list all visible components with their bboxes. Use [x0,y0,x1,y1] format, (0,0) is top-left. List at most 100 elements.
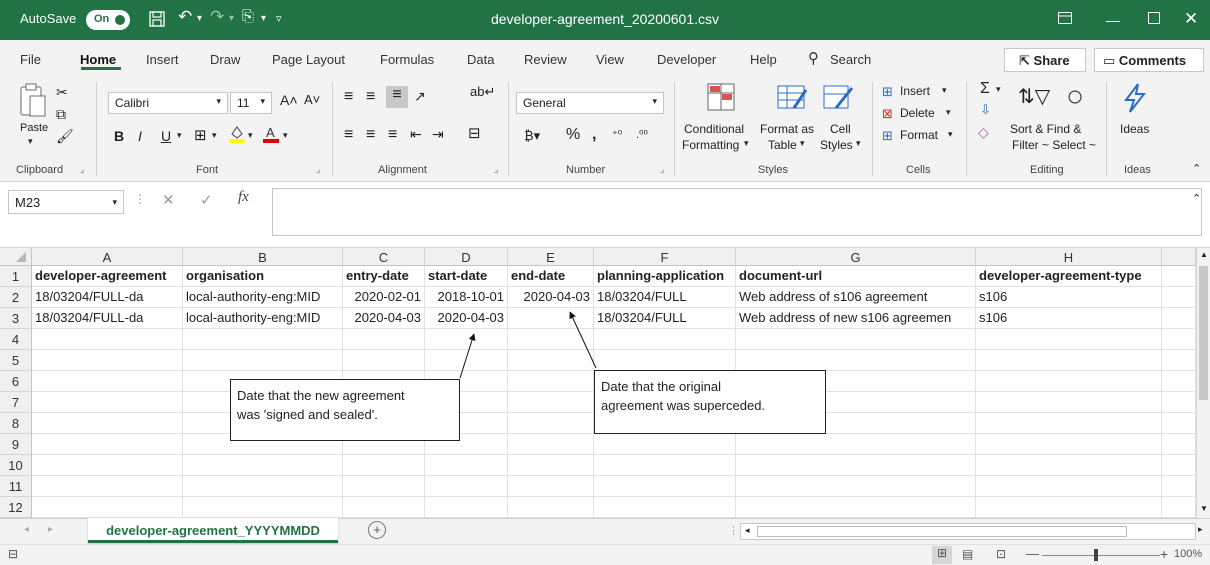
scroll-left-icon[interactable]: ◂ [745,525,750,536]
decrease-indent-icon[interactable]: ⇤ [410,126,422,143]
conditional-formatting-sub[interactable]: Formatting [682,138,739,152]
ribbon-display-icon[interactable] [1058,12,1072,24]
zoom-slider-thumb[interactable] [1094,549,1098,561]
tab-data[interactable]: Data [467,52,494,67]
conditional-formatting-label[interactable]: Conditional [684,122,744,136]
chevron-down-icon[interactable]: ▾ [28,136,33,147]
insert-cells-label[interactable]: Insert [900,84,930,98]
horizontal-scroll-thumb[interactable] [757,526,1127,537]
chevron-down-icon[interactable]: ▾ [942,85,947,96]
delete-cells-label[interactable]: Delete [900,106,935,120]
chevron-down-icon[interactable]: ▾ [283,130,288,141]
ideas-label[interactable]: Ideas [1120,122,1149,136]
horizontal-scrollbar[interactable]: ◂ [740,523,1196,540]
tab-file[interactable]: File [20,52,41,67]
delete-cells-icon[interactable]: ⊠ [882,106,893,122]
sort-filter-icon[interactable]: ⇅▽ [1018,84,1050,109]
vertical-scroll-thumb[interactable] [1199,266,1208,400]
filter-select-label[interactable]: Filter ~ Select ~ [1012,138,1096,152]
align-bottom-icon[interactable]: ≡ [386,86,408,108]
ideas-icon[interactable] [1120,82,1150,114]
format-painter-icon[interactable]: 🖌 [56,128,74,145]
chevron-down-icon[interactable]: ▾ [212,130,217,141]
increase-decimal-icon[interactable]: ⁺⁰ [612,128,622,141]
fill-color-icon[interactable] [228,124,246,144]
align-middle-icon[interactable]: ≡ [366,88,375,106]
page-layout-view-icon[interactable]: ▤ [962,547,973,561]
minimize-icon[interactable]: — [1106,12,1120,28]
macro-record-icon[interactable]: ⊟ [8,547,18,561]
collapse-ribbon-icon[interactable]: ⌃ [1192,162,1201,175]
accounting-format-icon[interactable]: ₿▾ [524,128,540,144]
chevron-down-icon[interactable]: ▾ [800,138,805,149]
font-size-select[interactable]: 11 ▾ [230,92,272,114]
orientation-icon[interactable]: ↗ [414,88,426,105]
tab-view[interactable]: View [596,52,624,67]
search-icon[interactable]: ⚲ [808,49,819,67]
paste-label[interactable]: Paste [20,122,48,134]
align-top-icon[interactable]: ≡ [344,88,353,106]
zoom-in-icon[interactable]: + [1160,546,1168,562]
tab-developer[interactable]: Developer [657,52,716,67]
format-as-table-icon[interactable] [776,82,808,112]
dialog-launcher-icon[interactable]: ⌟ [80,164,84,175]
sheet-tab-active[interactable]: developer-agreement_YYYYMMDD [88,518,338,543]
copy-icon[interactable]: ⧉ [56,106,66,123]
expand-formula-bar-icon[interactable]: ⌃ [1192,192,1201,205]
align-right-icon[interactable]: ≡ [388,126,397,144]
close-icon[interactable]: ✕ [1184,9,1198,29]
format-cells-label[interactable]: Format [900,128,938,142]
align-center-icon[interactable]: ≡ [366,126,375,144]
cut-icon[interactable]: ✂ [56,84,68,101]
bold-button[interactable]: B [114,128,124,144]
formula-input[interactable] [272,188,1202,236]
prev-sheet-icon[interactable]: ◂ [24,524,29,535]
splitter-icon[interactable]: ⋮ [728,524,739,537]
borders-icon[interactable]: ⊞ [194,126,207,144]
page-break-view-icon[interactable]: ⊡ [996,547,1006,561]
vertical-scrollbar[interactable]: ▲ ▼ [1196,248,1210,518]
zoom-level[interactable]: 100% [1174,548,1202,560]
conditional-formatting-icon[interactable] [706,82,736,112]
wrap-text-icon[interactable]: ab↵ [470,84,495,100]
enter-icon[interactable]: ✓ [200,191,213,209]
underline-button[interactable]: U [161,128,171,144]
chevron-down-icon[interactable]: ▾ [946,107,951,118]
tab-help[interactable]: Help [750,52,777,67]
tab-review[interactable]: Review [524,52,567,67]
number-format-select[interactable]: General ▾ [516,92,664,114]
comments-button[interactable]: ▭ Comments [1094,48,1204,72]
merge-center-icon[interactable]: ⊟ [468,124,481,142]
tab-page-layout[interactable]: Page Layout [272,52,345,67]
decrease-font-icon[interactable]: A˅ [304,92,320,107]
increase-font-icon[interactable]: A˄ [280,92,298,108]
format-as-table-label[interactable]: Format as [760,122,814,136]
percent-icon[interactable]: % [566,126,580,144]
format-as-table-sub[interactable]: Table [768,138,797,152]
chevron-down-icon[interactable]: ▾ [744,138,749,149]
search-label[interactable]: Search [830,52,871,67]
sort-find-label[interactable]: Sort & Find & [1010,122,1081,136]
share-button[interactable]: ⇱ Share [1004,48,1086,72]
normal-view-icon[interactable]: ⊞ [932,546,952,564]
chevron-down-icon[interactable]: ▾ [948,129,953,140]
fill-icon[interactable]: ⇩ [980,102,991,118]
name-box[interactable]: M23 ▾ [8,190,124,214]
tab-insert[interactable]: Insert [146,52,179,67]
function-icon[interactable]: fx [238,189,249,206]
insert-cells-icon[interactable]: ⊞ [882,84,893,100]
cell-styles-icon[interactable] [822,82,854,112]
zoom-slider[interactable] [1042,555,1160,556]
tab-formulas[interactable]: Formulas [380,52,434,67]
tab-home[interactable]: Home [80,52,116,67]
cell-styles-sub[interactable]: Styles [820,138,853,152]
align-left-icon[interactable]: ≡ [344,126,353,144]
find-select-icon[interactable]: ○ [1066,80,1084,114]
chevron-down-icon[interactable]: ▾ [177,130,182,141]
cancel-icon[interactable]: ✕ [162,191,175,209]
font-name-select[interactable]: Calibri ▾ [108,92,228,114]
dialog-launcher-icon[interactable]: ⌟ [660,164,664,175]
increase-indent-icon[interactable]: ⇥ [432,126,444,143]
maximize-icon[interactable] [1148,12,1160,24]
decrease-decimal-icon[interactable]: .⁰⁰ [636,128,648,141]
